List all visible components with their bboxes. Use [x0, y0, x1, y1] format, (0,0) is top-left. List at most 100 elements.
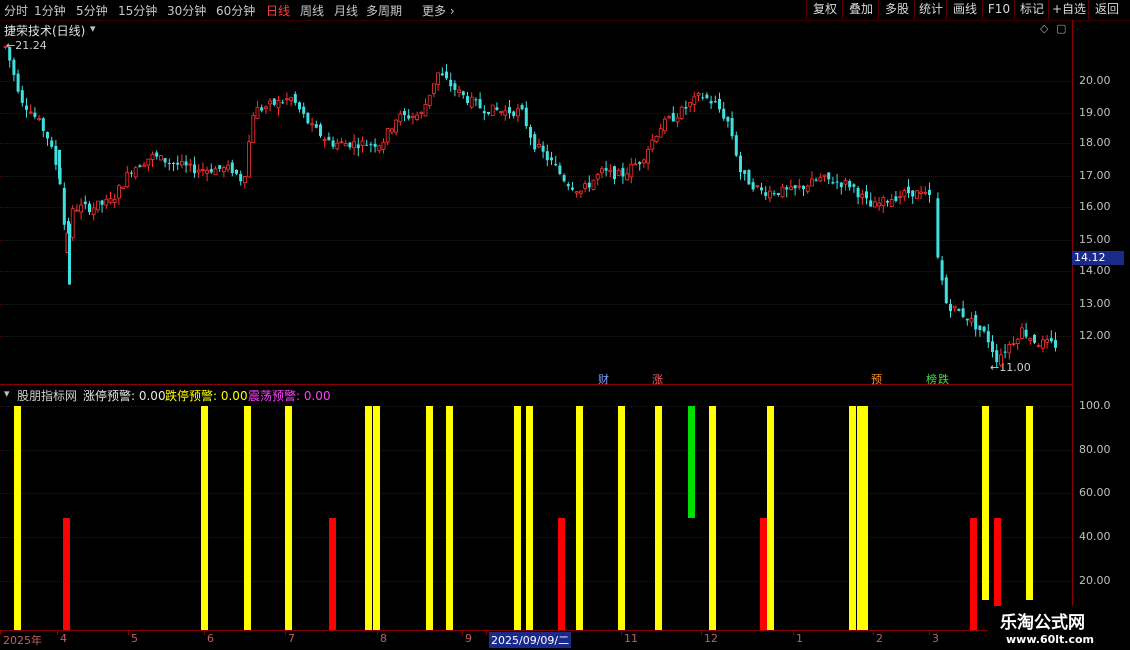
- price-tick-label: 16.00: [1079, 200, 1111, 213]
- candle-body: [713, 101, 717, 103]
- more-periods-button[interactable]: 更多 ›: [422, 2, 455, 19]
- warning-bar-yellow: [201, 406, 208, 630]
- overlay-button[interactable]: 叠加: [842, 0, 879, 19]
- candle-body: [952, 305, 957, 309]
- candle-body: [255, 107, 260, 119]
- x-tick-label: 8: [380, 632, 387, 645]
- price-tick-label: 13.00: [1079, 297, 1111, 310]
- candle-body: [319, 124, 322, 137]
- statistics-button[interactable]: 统计: [914, 0, 947, 19]
- warning-bar-yellow: [618, 406, 625, 630]
- candle-body: [944, 277, 948, 304]
- candle-body: [130, 172, 133, 174]
- x-tick-label: 3: [932, 632, 939, 645]
- chevron-right-icon: ›: [449, 4, 455, 18]
- candle-body: [512, 111, 516, 116]
- x-tick-label: 7: [288, 632, 295, 645]
- warning-bar-yellow: [526, 406, 533, 630]
- candle-body: [915, 190, 919, 199]
- candle-body: [423, 104, 428, 117]
- candle-body: [772, 193, 776, 195]
- period-tab-30min[interactable]: 30分钟: [167, 2, 206, 19]
- candle-body: [188, 163, 193, 166]
- candle-body: [356, 144, 360, 149]
- period-tab-monthly[interactable]: 月线: [334, 2, 358, 19]
- candle-body: [389, 128, 394, 133]
- candle-body: [8, 46, 12, 61]
- period-tab-fenshi[interactable]: 分时: [4, 2, 28, 19]
- candle-body: [810, 178, 814, 187]
- x-tick-mark: [486, 630, 487, 635]
- crosshair-date-label: 2025/09/09/二: [489, 632, 572, 648]
- candle-body: [671, 112, 675, 122]
- indicator-tick-label: 100.0: [1079, 399, 1111, 412]
- candle-body: [209, 169, 213, 173]
- expand-icon[interactable]: ▢: [1056, 22, 1066, 35]
- candle-body: [1020, 327, 1024, 339]
- candle-body: [860, 193, 865, 198]
- draw-line-button[interactable]: 画线: [946, 0, 983, 19]
- period-tab-15min[interactable]: 15分钟: [118, 2, 157, 19]
- candle-body: [235, 169, 238, 174]
- candle-body: [936, 198, 940, 258]
- candle-body: [995, 350, 999, 363]
- candle-body: [158, 155, 163, 161]
- x-tick-label: 11: [624, 632, 638, 645]
- candle-body: [108, 198, 113, 203]
- candle-body: [869, 200, 873, 207]
- indicator-tick-label: 20.00: [1079, 574, 1111, 587]
- period-tab-1min[interactable]: 1分钟: [34, 2, 66, 19]
- candle-body: [226, 164, 231, 170]
- candle-body: [1028, 338, 1033, 341]
- price-tick-label: 19.00: [1079, 106, 1111, 119]
- candle-body: [474, 99, 478, 101]
- candle-body: [306, 112, 310, 124]
- f10-button[interactable]: F10: [982, 0, 1015, 19]
- candle-body: [793, 185, 797, 189]
- mark-button[interactable]: 标记: [1014, 0, 1049, 19]
- x-tick-mark: [701, 630, 702, 635]
- candle-body: [718, 98, 721, 110]
- candle-body: [104, 198, 109, 206]
- candle-body: [445, 71, 448, 79]
- chevron-down-icon[interactable]: ▾: [90, 22, 96, 35]
- candle-body: [574, 191, 579, 194]
- candle-body: [831, 182, 835, 184]
- warning-bar-red: [329, 518, 336, 630]
- period-tab-60min[interactable]: 60分钟: [216, 2, 255, 19]
- add-watchlist-button[interactable]: +自选: [1048, 0, 1089, 19]
- candle-body: [239, 173, 243, 182]
- candle-body: [974, 314, 978, 330]
- restore-rights-button[interactable]: 复权: [806, 0, 843, 19]
- candle-body: [852, 184, 856, 187]
- back-button[interactable]: 返回: [1088, 0, 1125, 19]
- x-tick-label: 9: [465, 632, 472, 645]
- x-tick-mark: [873, 630, 874, 635]
- candle-body: [335, 142, 340, 150]
- price-tick-label: 18.00: [1079, 136, 1111, 149]
- period-tab-5min[interactable]: 5分钟: [76, 2, 108, 19]
- candle-body: [1049, 338, 1053, 342]
- candle-body: [709, 100, 713, 104]
- price-tick-label: 14.00: [1079, 264, 1111, 277]
- candle-body: [247, 141, 252, 178]
- candle-body: [919, 191, 923, 194]
- candle-body: [163, 158, 167, 163]
- period-tab-daily[interactable]: 日线: [266, 2, 290, 19]
- candle-body: [654, 135, 659, 143]
- more-label: 更多: [422, 4, 447, 18]
- period-tab-multi[interactable]: 多周期: [366, 2, 402, 19]
- diamond-icon[interactable]: ◇: [1040, 22, 1048, 35]
- candle-body: [46, 132, 49, 139]
- multi-stock-button[interactable]: 多股: [878, 0, 915, 19]
- candle-body: [12, 59, 16, 75]
- warning-bar-yellow: [576, 406, 583, 630]
- candle-body: [583, 183, 587, 189]
- period-tab-weekly[interactable]: 周线: [300, 2, 324, 19]
- candle-body: [431, 83, 436, 94]
- candle-body: [482, 111, 486, 114]
- candle-body: [743, 170, 747, 174]
- candle-body: [62, 187, 66, 225]
- candle-body: [705, 94, 709, 99]
- candle-body: [322, 138, 327, 141]
